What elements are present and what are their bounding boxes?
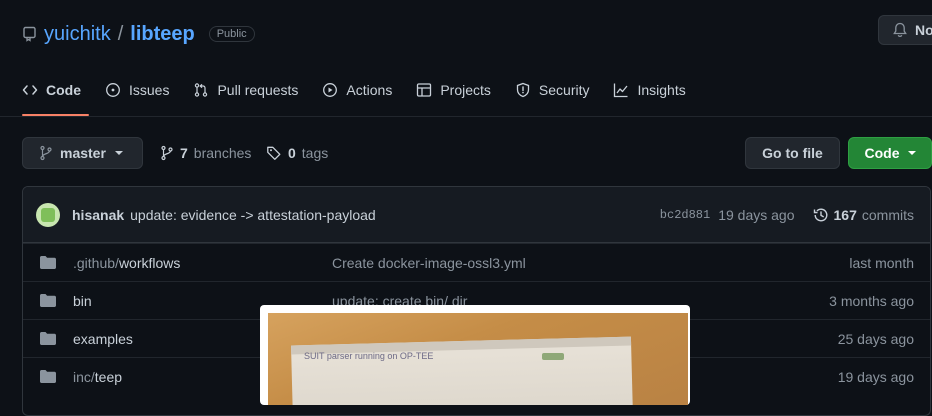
- tags-link[interactable]: 0 tags: [266, 137, 328, 169]
- code-icon: [22, 85, 38, 95]
- tab-insights[interactable]: Insights: [601, 70, 697, 110]
- bell-icon: [893, 22, 907, 38]
- photo-caption: SUIT parser running on OP-TEE: [304, 351, 434, 361]
- tab-actions[interactable]: Actions: [310, 70, 404, 110]
- latest-commit-bar: hisanak update: evidence -> attestation-…: [23, 187, 930, 243]
- photo-screen: [291, 336, 633, 405]
- play-icon: [323, 83, 338, 97]
- repo-owner-link[interactable]: yuichitk: [44, 23, 111, 46]
- code-button-label: Code: [864, 145, 900, 161]
- tab-pull-requests-label: Pull requests: [217, 82, 299, 98]
- commits-label: commits: [861, 206, 914, 223]
- folder-icon: [40, 332, 56, 345]
- commit-author-link[interactable]: hisanak: [72, 207, 124, 223]
- file-name: workflows: [118, 254, 181, 271]
- branch-icon: [40, 145, 52, 161]
- current-branch: master: [60, 145, 106, 161]
- code-dropdown-button[interactable]: Code: [848, 137, 932, 169]
- repo-separator: /: [117, 22, 124, 45]
- tag-icon: [267, 146, 281, 160]
- file-name-link[interactable]: inc/teep: [73, 369, 122, 385]
- tab-code[interactable]: Code: [20, 70, 93, 116]
- table-icon: [417, 83, 432, 97]
- go-to-file-button[interactable]: Go to file: [745, 137, 840, 169]
- tabs-divider: [0, 116, 932, 117]
- file-name-link[interactable]: bin: [73, 293, 92, 309]
- notifications-button[interactable]: No: [878, 15, 932, 45]
- commits-history-link[interactable]: 167 commits: [813, 207, 914, 223]
- branch-icon: [161, 145, 173, 161]
- file-age: 3 months ago: [829, 292, 914, 309]
- commit-count: 167: [833, 206, 857, 223]
- file-name: teep: [94, 368, 123, 385]
- commit-meta: bc2d881 19 days ago 167 commits: [660, 207, 914, 223]
- file-name: bin: [73, 292, 92, 309]
- chevron-down-icon: [114, 151, 123, 155]
- photo-overlay: SUIT parser running on OP-TEE: [260, 305, 690, 405]
- file-name-link[interactable]: .github/workflows: [73, 255, 180, 271]
- tab-security[interactable]: Security: [503, 70, 602, 110]
- file-name-link[interactable]: examples: [73, 331, 133, 347]
- file-commit-message[interactable]: Create docker-image-ossl3.yml: [332, 255, 526, 271]
- notifications-label: No: [915, 22, 932, 38]
- tags-count: 0: [288, 145, 296, 161]
- commit-sha-link[interactable]: bc2d881: [660, 208, 710, 222]
- tab-projects-label: Projects: [440, 82, 491, 98]
- repo-name-link[interactable]: libteep: [130, 23, 194, 46]
- tab-issues[interactable]: Issues: [93, 70, 181, 110]
- tab-code-label: Code: [46, 82, 81, 98]
- tab-actions-label: Actions: [346, 82, 393, 98]
- tab-issues-label: Issues: [129, 82, 170, 98]
- issue-icon: [106, 83, 120, 97]
- branches-count: 7: [180, 145, 188, 161]
- tab-insights-label: Insights: [637, 82, 686, 98]
- table-row[interactable]: .github/workflows Create docker-image-os…: [23, 243, 930, 281]
- file-age: 19 days ago: [837, 368, 914, 385]
- file-age: 25 days ago: [837, 330, 914, 347]
- file-age: last month: [849, 254, 914, 271]
- graph-icon: [614, 83, 628, 98]
- branches-link[interactable]: 7 branches: [160, 137, 251, 169]
- chevron-down-icon: [907, 151, 916, 155]
- repo-title: yuichitk / libteep Public: [22, 20, 255, 48]
- shield-icon: [516, 82, 530, 98]
- repo-icon: [23, 26, 36, 42]
- branch-select-button[interactable]: master: [22, 137, 143, 169]
- commit-time: 19 days ago: [718, 206, 795, 223]
- photo-button: [542, 353, 564, 360]
- photo-image: SUIT parser running on OP-TEE: [268, 313, 688, 405]
- history-icon: [813, 208, 828, 221]
- branches-label: branches: [193, 145, 252, 161]
- tab-projects[interactable]: Projects: [404, 70, 503, 110]
- pull-request-icon: [195, 83, 208, 97]
- file-name: examples: [73, 330, 133, 347]
- file-name-prefix: inc/: [73, 368, 95, 385]
- avatar[interactable]: [36, 202, 60, 227]
- file-name-prefix: .github/: [73, 254, 119, 271]
- folder-icon: [40, 370, 56, 383]
- commit-message-link[interactable]: update: evidence -> attestation-payload: [130, 207, 376, 223]
- folder-icon: [40, 256, 56, 269]
- tab-security-label: Security: [538, 82, 590, 98]
- visibility-badge: Public: [208, 26, 255, 42]
- repo-nav-tabs: Code Issues Pull requests Actions Projec…: [20, 70, 698, 116]
- tags-label: tags: [301, 145, 329, 161]
- folder-icon: [40, 294, 56, 307]
- tab-pull-requests[interactable]: Pull requests: [181, 70, 310, 110]
